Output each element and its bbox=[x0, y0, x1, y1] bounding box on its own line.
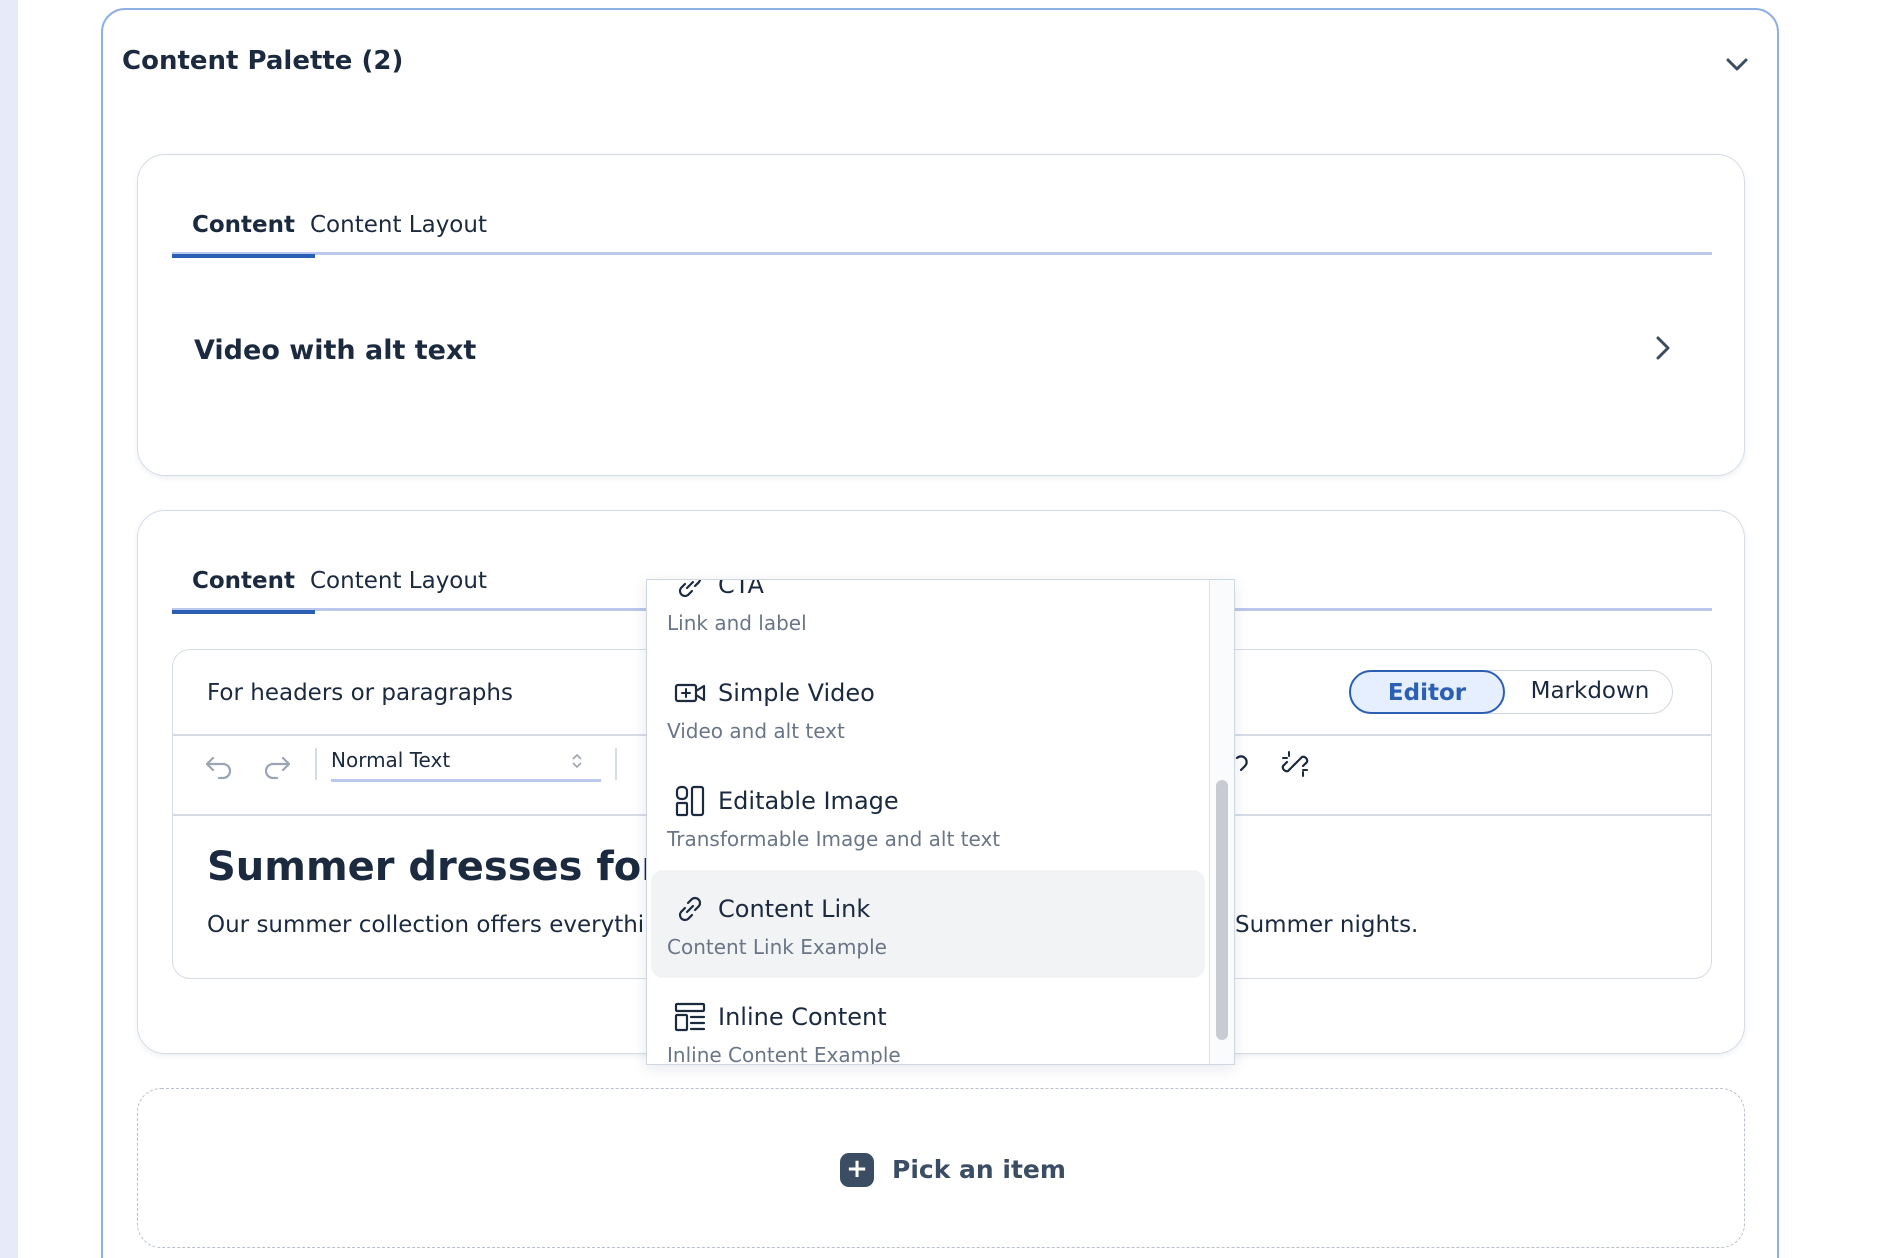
editor-mode-button[interactable]: Editor bbox=[1349, 670, 1505, 714]
dropdown-item-title: Inline Content bbox=[718, 1003, 887, 1031]
dropdown-item-title: Editable Image bbox=[718, 787, 899, 815]
text-format-value: Normal Text bbox=[331, 748, 451, 772]
plus-icon: + bbox=[840, 1153, 874, 1187]
toolbar-separator bbox=[615, 748, 617, 780]
item-title[interactable]: Video with alt text bbox=[194, 335, 476, 366]
content-card-1: Content Content Layout Video with alt te… bbox=[137, 154, 1745, 476]
dropdown-item-subtitle: Video and alt text bbox=[667, 719, 845, 743]
unlink-icon[interactable] bbox=[1279, 748, 1311, 780]
pick-item-dropzone[interactable]: + Pick an item bbox=[137, 1088, 1745, 1248]
tab-content-layout[interactable]: Content Layout bbox=[290, 199, 507, 255]
dropdown-item-subtitle: Inline Content Example bbox=[667, 1043, 901, 1065]
chevron-right-icon[interactable] bbox=[1648, 333, 1678, 363]
editable-image-icon bbox=[675, 785, 705, 817]
editor-label: For headers or paragraphs bbox=[207, 680, 513, 706]
dropdown-item-subtitle: Transformable Image and alt text bbox=[667, 827, 1001, 851]
sort-caret-icon bbox=[572, 753, 582, 769]
dropdown-item-editable-image[interactable]: Editable Image Transformable Image and a… bbox=[651, 762, 1205, 870]
dropdown-item-simple-video[interactable]: Simple Video Video and alt text bbox=[651, 654, 1205, 762]
dropdown-scrollbar[interactable] bbox=[1209, 580, 1234, 1064]
chevron-down-icon[interactable] bbox=[1722, 50, 1752, 80]
dropdown-item-subtitle: Content Link Example bbox=[667, 935, 887, 959]
redo-icon[interactable] bbox=[261, 750, 293, 782]
dropdown-item-title: CTA bbox=[718, 579, 764, 599]
editor-paragraph[interactable]: Our summer collection offers everything … bbox=[207, 912, 694, 938]
dropdown-list: CTA Link and label Simple Video Video an… bbox=[647, 579, 1209, 1065]
text-format-select[interactable]: Normal Text bbox=[331, 740, 601, 782]
dropdown-item-cta[interactable]: CTA Link and label bbox=[651, 579, 1205, 654]
content-type-dropdown: CTA Link and label Simple Video Video an… bbox=[646, 579, 1235, 1065]
video-plus-icon bbox=[674, 683, 706, 703]
dropdown-item-inline-content[interactable]: Inline Content Inline Content Example bbox=[651, 978, 1205, 1065]
palette-title: Content Palette (2) bbox=[122, 46, 404, 76]
pick-item-label: Pick an item bbox=[892, 1155, 1066, 1184]
markdown-mode-button[interactable]: Markdown bbox=[1518, 670, 1662, 714]
undo-icon[interactable] bbox=[203, 750, 235, 782]
tab-bar: Content Content Layout bbox=[172, 199, 1712, 258]
editor-paragraph-continued[interactable]: Summer nights. bbox=[1235, 912, 1418, 938]
link-icon bbox=[678, 580, 701, 598]
editor-mode-toggle: Editor Markdown bbox=[1349, 670, 1673, 714]
inline-content-icon bbox=[674, 1002, 706, 1032]
dropdown-item-title: Simple Video bbox=[718, 679, 875, 707]
dropdown-item-title: Content Link bbox=[718, 895, 871, 923]
dropdown-item-subtitle: Link and label bbox=[667, 611, 807, 635]
scrollbar-thumb[interactable] bbox=[1216, 780, 1228, 1040]
tab-content-layout[interactable]: Content Layout bbox=[290, 555, 507, 611]
dropdown-item-content-link[interactable]: Content Link Content Link Example bbox=[651, 870, 1205, 978]
toolbar-separator bbox=[315, 748, 317, 780]
link-icon bbox=[678, 896, 702, 922]
